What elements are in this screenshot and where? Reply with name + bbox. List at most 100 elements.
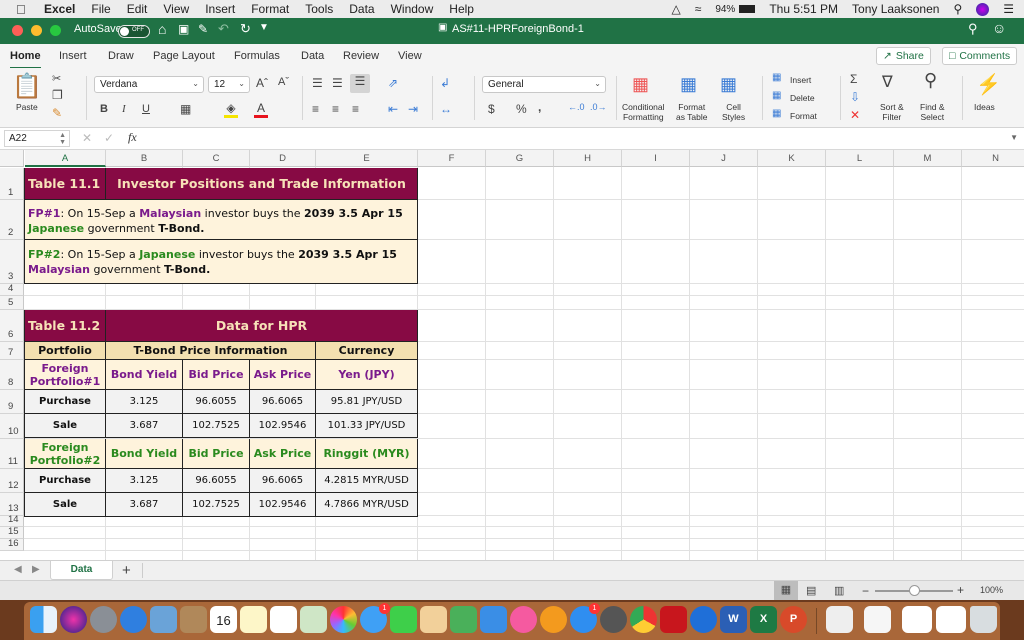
itunes-icon[interactable]	[510, 606, 537, 633]
decrease-font-size-icon[interactable]: Aˇ	[278, 76, 289, 88]
select-all-corner[interactable]	[0, 150, 24, 167]
menu-edit[interactable]: Edit	[127, 2, 148, 16]
safari-icon[interactable]	[120, 606, 147, 633]
word-icon[interactable]: W	[720, 606, 747, 633]
header-currency[interactable]: Currency	[316, 342, 418, 360]
customize-toolbar-icon[interactable]: ▼	[259, 22, 269, 33]
menu-window[interactable]: Window	[391, 2, 434, 16]
find-select-icon[interactable]: ⚲	[924, 70, 937, 91]
numbers-icon[interactable]	[450, 606, 477, 633]
share-button[interactable]: ↗ Share	[876, 47, 931, 65]
column-header-a[interactable]: A	[25, 150, 106, 167]
p1-sale-label[interactable]: Sale	[25, 414, 106, 438]
column-header-h[interactable]: H	[554, 150, 622, 167]
tab-review[interactable]: Review	[343, 50, 379, 62]
zoom-slider[interactable]	[875, 585, 953, 596]
system-preferences-icon[interactable]	[600, 606, 627, 633]
header-portfolio[interactable]: Portfolio	[25, 342, 106, 360]
menu-help[interactable]: Help	[449, 2, 474, 16]
zoom-window-button[interactable]	[50, 25, 61, 36]
column-header-c[interactable]: C	[183, 150, 250, 167]
recent-word-doc-icon[interactable]	[902, 606, 932, 633]
spotlight-icon[interactable]: ⚲	[953, 2, 962, 16]
photos-icon[interactable]	[330, 606, 357, 633]
stack-documents-icon[interactable]	[826, 606, 853, 633]
fill-icon[interactable]: ⇩	[850, 90, 860, 104]
row-header-8[interactable]: 8	[0, 360, 24, 390]
row-header-5[interactable]: 5	[0, 296, 24, 310]
add-sheet-icon[interactable]: +	[122, 562, 131, 579]
edit-icon[interactable]: ✎	[198, 22, 208, 36]
column-header-l[interactable]: L	[826, 150, 894, 167]
insert-cells-icon[interactable]: ▦	[772, 72, 781, 83]
clock[interactable]: Thu 5:51 PM	[769, 2, 838, 16]
delete-cells-label[interactable]: Delete	[790, 93, 815, 103]
menu-file[interactable]: File	[91, 2, 110, 16]
menu-format[interactable]: Format	[251, 2, 289, 16]
column-header-d[interactable]: D	[250, 150, 316, 167]
enter-icon[interactable]: ✓	[104, 131, 114, 145]
notification-center-icon[interactable]: ☰	[1003, 2, 1014, 16]
p1-sale-ask[interactable]: 102.9546	[250, 414, 316, 438]
zoom-in-icon[interactable]: +	[957, 583, 964, 597]
expand-formula-bar-icon[interactable]: ▼	[1010, 133, 1018, 142]
underline-button[interactable]: U	[142, 103, 150, 115]
tab-view[interactable]: View	[398, 50, 422, 62]
close-window-button[interactable]	[12, 25, 23, 36]
row-header-16[interactable]: 16	[0, 538, 24, 551]
merge-center-icon[interactable]: ↔	[440, 102, 452, 116]
video-app-icon[interactable]	[690, 606, 717, 633]
p2-purchase-label[interactable]: Purchase	[25, 469, 106, 493]
header-tbond[interactable]: T-Bond Price Information	[106, 342, 316, 360]
p1-sale-yield[interactable]: 3.687	[106, 414, 183, 438]
menu-data[interactable]: Data	[349, 2, 374, 16]
row-header-10[interactable]: 10	[0, 414, 24, 439]
paste-icon[interactable]: 📋	[12, 72, 42, 101]
comma-style-icon[interactable]: ,	[538, 100, 541, 114]
table1-title[interactable]: Investor Positions and Trade Information	[106, 168, 418, 200]
delete-cells-icon[interactable]: ▦	[772, 90, 781, 101]
font-color-icon[interactable]: A	[254, 101, 268, 118]
fx-icon[interactable]: fx	[128, 130, 137, 145]
align-bottom-icon[interactable]: ☰	[350, 74, 370, 93]
format-cells-icon[interactable]: ▦	[772, 108, 781, 119]
row-header-12[interactable]: 12	[0, 469, 24, 493]
align-top-icon[interactable]: ☰	[312, 76, 323, 90]
app-store-icon[interactable]: 1	[570, 603, 600, 633]
menu-view[interactable]: View	[163, 2, 189, 16]
launchpad-icon[interactable]	[90, 606, 117, 633]
italic-button[interactable]: I	[122, 103, 126, 115]
p2-sale-fx[interactable]: 4.7866 MYR/USD	[316, 493, 418, 517]
tab-draw[interactable]: Draw	[108, 50, 134, 62]
minimize-window-button[interactable]	[31, 25, 42, 36]
insert-cells-label[interactable]: Insert	[790, 75, 811, 85]
p2-col-bond-yield[interactable]: Bond Yield	[106, 439, 183, 469]
column-header-g[interactable]: G	[486, 150, 554, 167]
menu-insert[interactable]: Insert	[205, 2, 235, 16]
increase-decimal-icon[interactable]: ←.0	[568, 102, 585, 112]
pages-icon[interactable]	[420, 606, 447, 633]
user-name[interactable]: Tony Laaksonen	[852, 2, 939, 16]
column-header-e[interactable]: E	[316, 150, 418, 167]
format-as-table-label[interactable]: Format as Table	[676, 102, 708, 122]
row-header-9[interactable]: 9	[0, 390, 24, 414]
sort-filter-label[interactable]: Sort & Filter	[880, 102, 904, 122]
zoom-out-icon[interactable]: −	[862, 584, 869, 598]
bold-button[interactable]: B	[100, 103, 108, 115]
column-header-i[interactable]: I	[622, 150, 690, 167]
undo-icon[interactable]: ↶	[218, 21, 229, 37]
percent-icon[interactable]: %	[516, 102, 527, 116]
ideas-icon[interactable]: ⚡	[976, 72, 1001, 97]
page-layout-view-icon[interactable]: ▤	[806, 584, 816, 597]
sheet-tab-data[interactable]: Data	[50, 561, 113, 580]
maps-icon[interactable]	[300, 606, 327, 633]
zoom-level[interactable]: 100%	[980, 585, 1003, 595]
clear-icon[interactable]: ✕	[850, 108, 860, 122]
name-box-stepper-icon[interactable]: ▲ ▼	[59, 132, 66, 146]
column-header-n[interactable]: N	[962, 150, 1024, 167]
tab-data[interactable]: Data	[301, 50, 324, 62]
comments-button[interactable]: □ Comments	[942, 47, 1018, 65]
calendar-icon[interactable]: 16	[210, 606, 237, 633]
format-as-table-icon[interactable]: ▦	[680, 74, 697, 95]
p2-sale-bid[interactable]: 102.7525	[183, 493, 250, 517]
